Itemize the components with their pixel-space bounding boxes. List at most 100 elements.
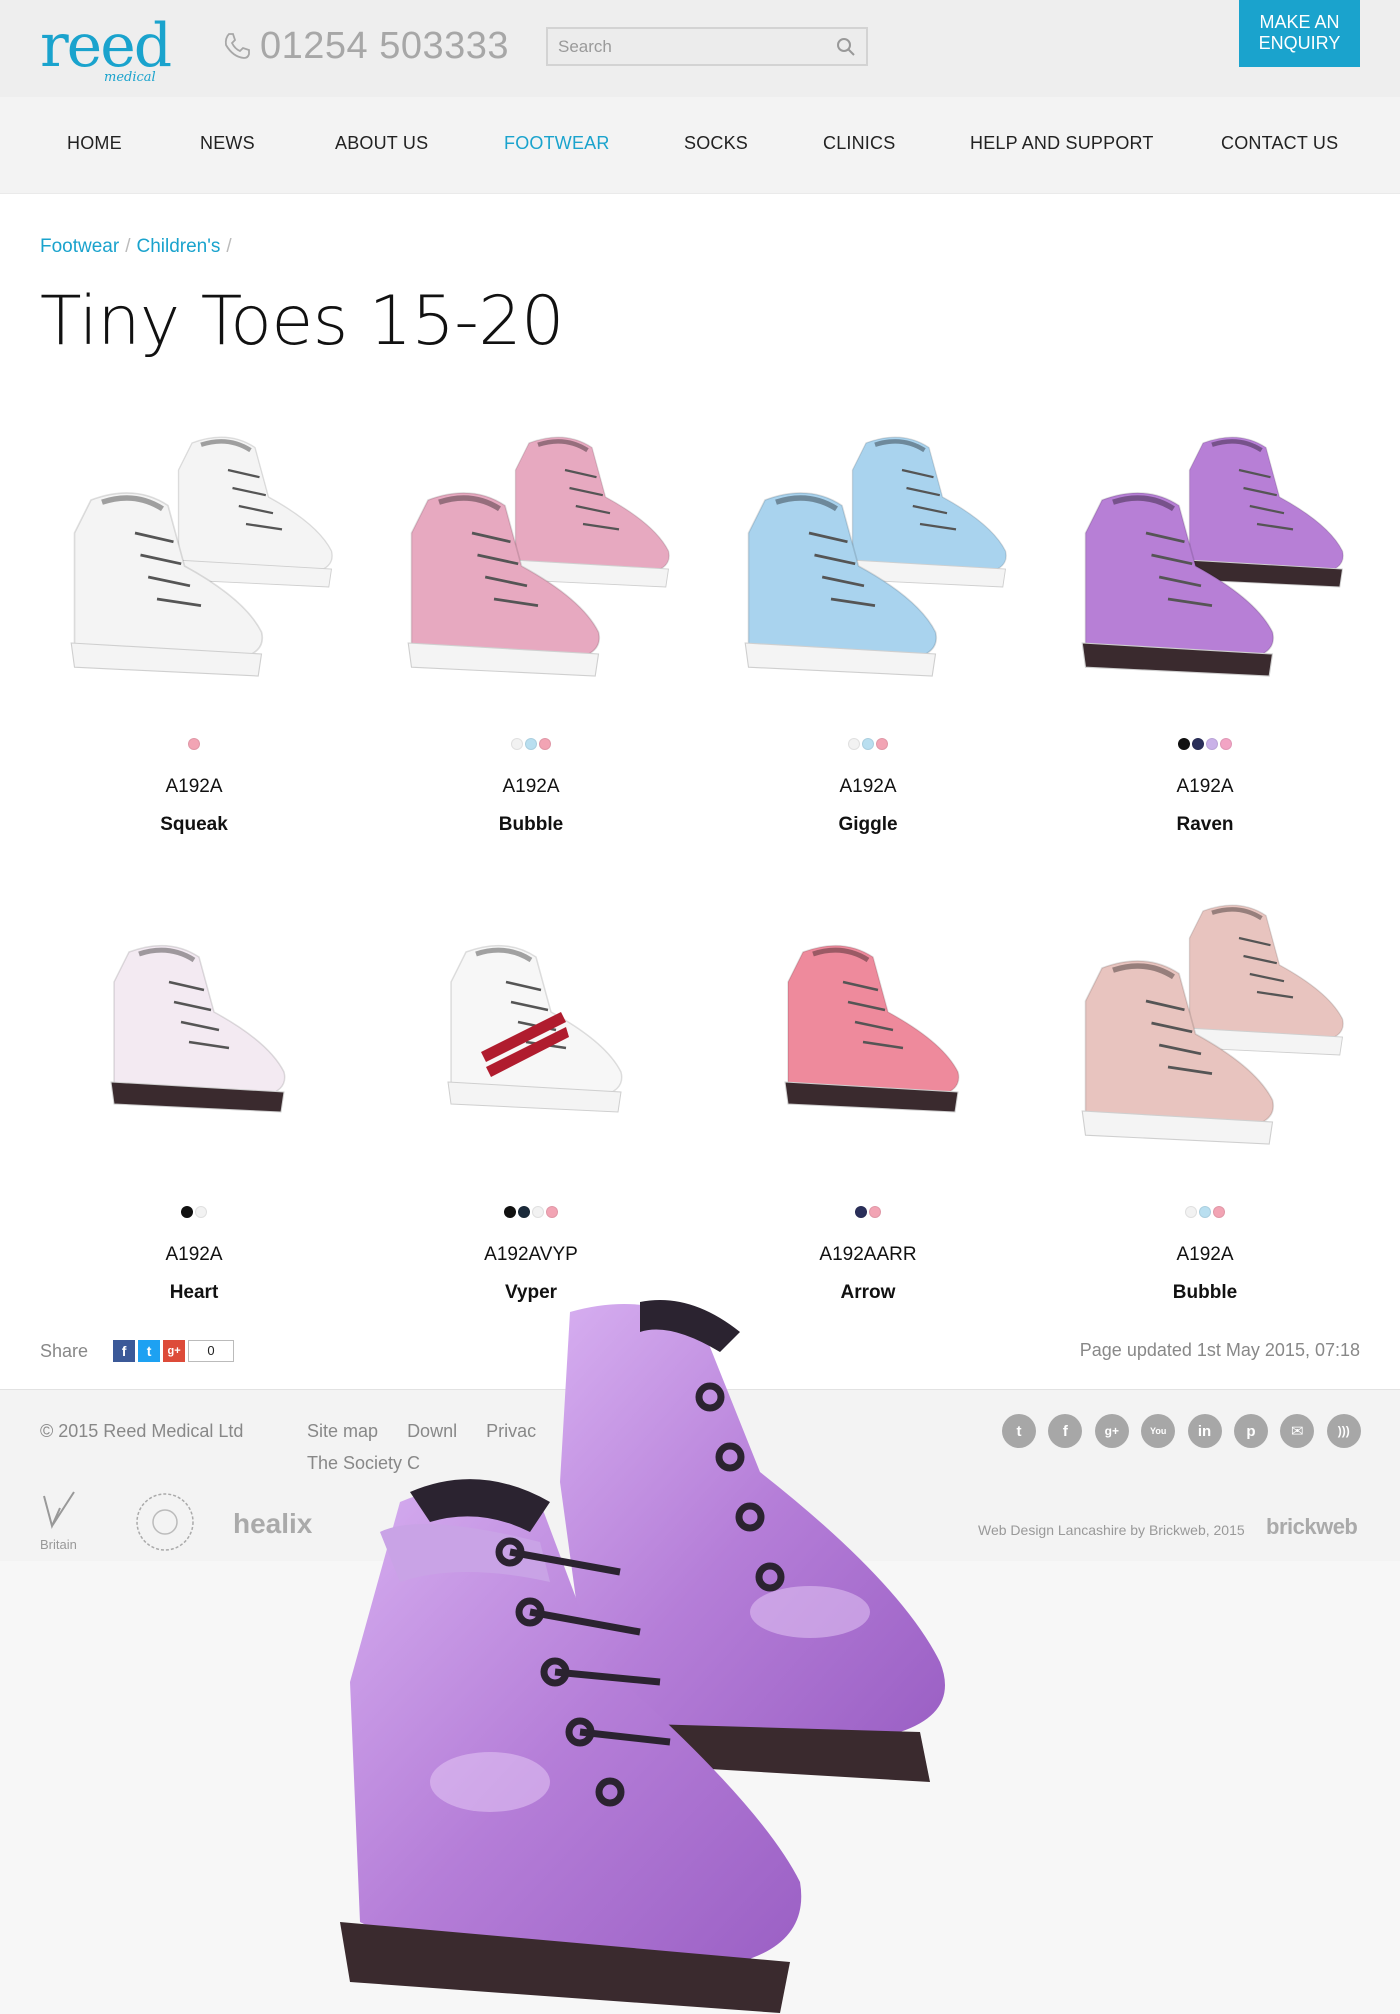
color-swatch[interactable] [1206, 738, 1218, 750]
color-swatch[interactable] [532, 1206, 544, 1218]
color-swatch[interactable] [1178, 738, 1190, 750]
color-swatches [1055, 737, 1355, 751]
nav-footwear[interactable]: FOOTWEAR [504, 133, 610, 154]
product-code: A192AVYP [484, 1244, 578, 1265]
pink-arrow-shoe-image[interactable] [728, 882, 1008, 1162]
hover-zoom-image [340, 1300, 945, 2013]
product-code: A192A [839, 776, 897, 797]
color-swatch[interactable] [855, 1206, 867, 1218]
product-name[interactable]: Giggle [718, 814, 1018, 836]
googleplus-share-icon[interactable]: g+ [163, 1340, 186, 1362]
britain-text: Britain [40, 1537, 77, 1552]
color-swatch[interactable] [1192, 738, 1204, 750]
nav-help-and-support[interactable]: HELP AND SUPPORT [970, 133, 1154, 154]
product-card[interactable]: A192AARR Arrow [718, 882, 1018, 1303]
rss-icon[interactable]: ))) [1326, 1414, 1361, 1448]
color-swatch[interactable] [511, 738, 523, 750]
color-swatch[interactable] [862, 738, 874, 750]
product-name[interactable]: Raven [1055, 814, 1355, 836]
phone-text: 01254 503333 [260, 24, 510, 67]
logo-sub: medical [104, 70, 156, 85]
enquiry-line-1: MAKE AN [1259, 12, 1340, 32]
nav-about-us[interactable]: ABOUT US [335, 133, 428, 154]
product-card[interactable]: A192A Raven [1055, 414, 1355, 835]
phone-number[interactable]: 01254 503333 [222, 24, 509, 68]
copyright: © 2015 Reed Medical Ltd [40, 1421, 244, 1441]
white-bear-shoes-image[interactable] [54, 414, 334, 694]
color-swatch[interactable] [195, 1206, 207, 1218]
product-card[interactable]: A192A Giggle [718, 414, 1018, 835]
pale-pink-shoes-image[interactable] [1065, 882, 1345, 1162]
search-icon[interactable] [836, 37, 856, 57]
color-swatch[interactable] [876, 738, 888, 750]
color-swatch[interactable] [188, 738, 200, 750]
product-code: A192A [165, 1244, 223, 1265]
color-swatch[interactable] [504, 1206, 516, 1218]
main-nav: HOME NEWS ABOUT US FOOTWEAR SOCKS CLINIC… [0, 97, 1400, 194]
phone-icon [224, 33, 250, 59]
product-card[interactable]: A192A Heart [44, 882, 344, 1303]
nav-contact-us[interactable]: CONTACT US [1221, 133, 1338, 154]
product-name[interactable]: Squeak [44, 814, 344, 836]
product-name[interactable]: Heart [44, 1282, 344, 1304]
color-swatch[interactable] [1199, 1206, 1211, 1218]
reed-medical-logo[interactable]: reed medical [40, 6, 172, 86]
top-bar: reed medical 01254 503333 MAKE AN ENQUIR… [0, 0, 1400, 97]
product-code: A192A [165, 776, 223, 797]
color-swatch[interactable] [1213, 1206, 1225, 1218]
color-swatches [718, 1205, 1018, 1219]
color-swatch[interactable] [539, 738, 551, 750]
color-swatch[interactable] [518, 1206, 530, 1218]
product-code: A192A [1176, 1244, 1234, 1265]
pink-suede-shoes-image[interactable] [391, 414, 671, 694]
nav-home[interactable]: HOME [67, 133, 122, 154]
share-bar: Share f t g+ 0 [40, 1340, 235, 1362]
color-swatches [1055, 1205, 1355, 1219]
white-stripe-shoe-image[interactable] [391, 882, 671, 1162]
product-name[interactable]: Bubble [381, 814, 681, 836]
main-content: Footwear / Children's / Tiny Toes 15-20 A19… [0, 194, 1400, 1389]
product-card[interactable]: A192A Bubble [381, 414, 681, 835]
color-swatch[interactable] [1220, 738, 1232, 750]
nav-clinics[interactable]: CLINICS [823, 133, 895, 154]
color-swatch[interactable] [546, 1206, 558, 1218]
nav-socks[interactable]: SOCKS [684, 133, 748, 154]
color-swatch[interactable] [1185, 1206, 1197, 1218]
partner-logos: Britain healix [40, 1491, 313, 1552]
healix-logo: healix [233, 1508, 313, 1539]
product-code: A192A [502, 776, 560, 797]
color-swatch[interactable] [869, 1206, 881, 1218]
color-swatch[interactable] [848, 738, 860, 750]
linkedin-icon[interactable]: in [1187, 1414, 1222, 1448]
color-swatch[interactable] [181, 1206, 193, 1218]
color-swatches [44, 1205, 344, 1219]
twitter-share-icon[interactable]: t [138, 1340, 161, 1362]
pinterest-icon[interactable]: p [1233, 1414, 1268, 1448]
nav-news[interactable]: NEWS [200, 133, 255, 154]
search-box [546, 27, 868, 66]
page-title: Tiny Toes 15-20 [40, 282, 564, 361]
make-enquiry-button[interactable]: MAKE AN ENQUIRY [1239, 0, 1360, 67]
breadcrumb-footwear[interactable]: Footwear [40, 236, 119, 257]
breadcrumb-childrens[interactable]: Children's [136, 236, 220, 257]
color-swatches [381, 737, 681, 751]
color-swatch[interactable] [525, 738, 537, 750]
search-input[interactable] [548, 29, 818, 64]
product-card[interactable]: A192AVYP Vyper [381, 882, 681, 1303]
blue-bear-shoes-image[interactable] [728, 414, 1008, 694]
color-swatches [44, 737, 344, 751]
breadcrumb: Footwear / Children's / [40, 236, 238, 258]
share-label: Share [40, 1340, 89, 1361]
facebook-share-icon[interactable]: f [113, 1340, 136, 1362]
share-count: 0 [188, 1340, 235, 1362]
product-card[interactable]: A192A Bubble [1055, 882, 1355, 1303]
product-code: A192A [1176, 776, 1234, 797]
enquiry-line-2: ENQUIRY [1258, 33, 1341, 53]
product-card[interactable]: A192A Squeak [44, 414, 344, 835]
white-heart-shoe-image[interactable] [54, 882, 334, 1162]
made-in-britain-logo: Britain [40, 1491, 77, 1552]
product-code: A192AARR [819, 1244, 917, 1265]
purple-patent-shoes-image[interactable] [1065, 414, 1345, 694]
brickweb-logo[interactable]: brickweb [1266, 1514, 1358, 1540]
email-icon[interactable]: ✉ [1280, 1414, 1315, 1448]
